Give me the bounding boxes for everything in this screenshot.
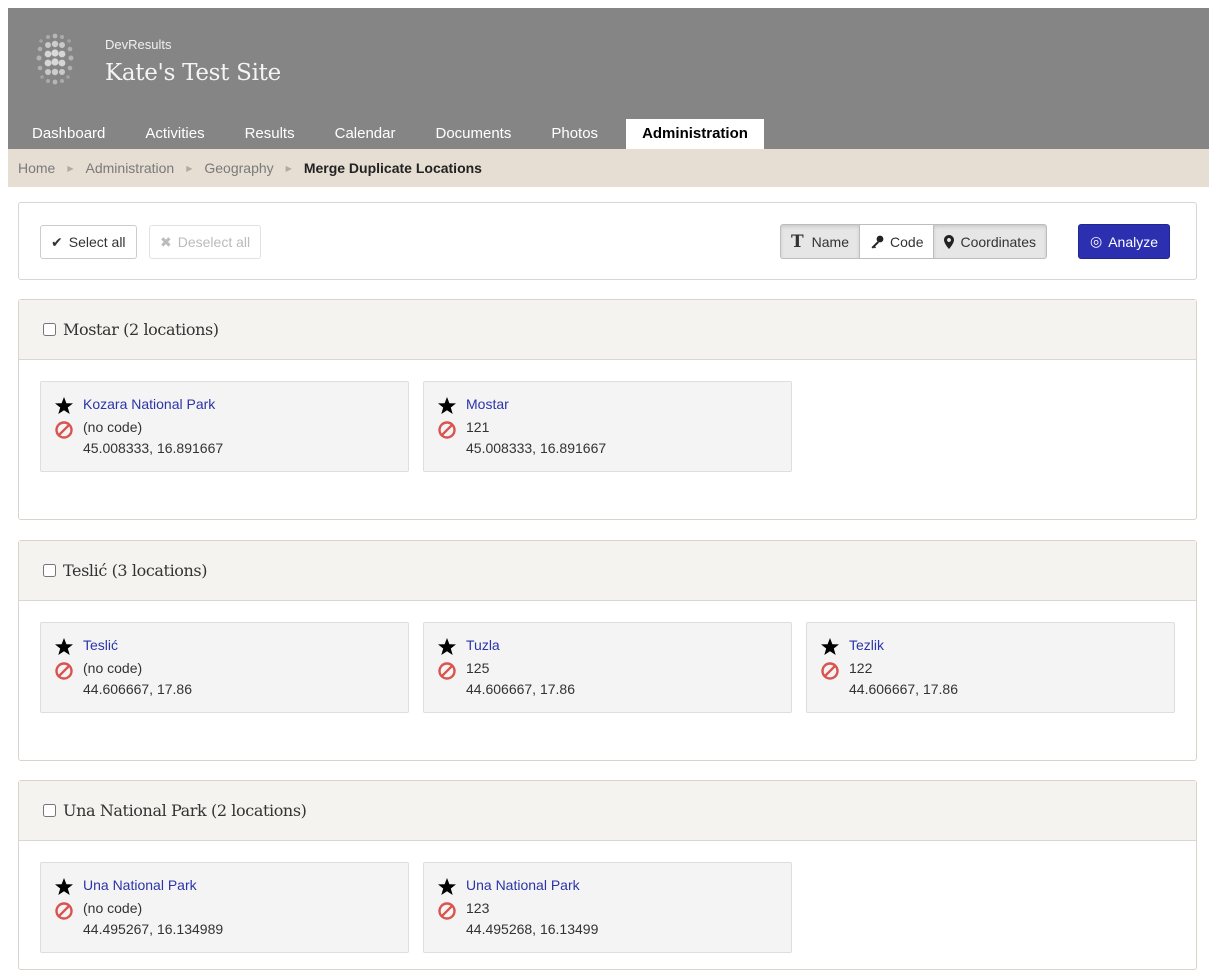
location-coordinates: 45.008333, 16.891667 — [466, 440, 607, 456]
location-name-link[interactable]: Una National Park — [83, 877, 197, 893]
location-card: Una National Park 123 44.495268, 16.1349… — [423, 862, 792, 953]
location-code: 125 — [466, 660, 490, 676]
match-name-label: Name — [811, 233, 850, 250]
text-icon: T — [791, 231, 804, 252]
target-icon: ◎ — [1090, 233, 1103, 249]
match-code-label: Code — [890, 233, 924, 250]
breadcrumb-separator-icon: ▶ — [67, 163, 74, 173]
prohibited-icon[interactable] — [437, 661, 457, 681]
location-coordinates: 44.495267, 16.134989 — [83, 921, 224, 937]
deselect-all-label: Deselect all — [177, 234, 251, 250]
site-title[interactable]: Kate's Test Site — [105, 60, 281, 86]
duplicate-group: Mostar (2 locations) Kozara National Par… — [18, 299, 1197, 520]
star-icon[interactable] — [54, 396, 74, 416]
key-icon — [871, 235, 884, 249]
location-card: Kozara National Park (no code) 45.008333… — [40, 381, 409, 472]
location-card: Una National Park (no code) 44.495267, 1… — [40, 862, 409, 953]
prohibited-icon[interactable] — [820, 661, 840, 681]
app-header: DevResults Kate's Test Site Dashboard Ac… — [8, 8, 1209, 149]
location-card: Tuzla 125 44.606667, 17.86 — [423, 622, 792, 713]
devresults-logo-icon — [36, 33, 74, 85]
prohibited-icon[interactable] — [54, 420, 74, 440]
location-coordinates: 44.606667, 17.86 — [849, 681, 958, 697]
brand-name: DevResults — [105, 37, 172, 52]
match-code-toggle[interactable]: Code — [859, 224, 935, 259]
match-criteria-toggle: T Name Code Coordinates — [780, 224, 1047, 259]
group-checkbox[interactable] — [43, 323, 56, 336]
nav-calendar[interactable]: Calendar — [315, 119, 416, 149]
select-all-button[interactable]: ✔ Select all — [40, 225, 137, 259]
location-code: (no code) — [83, 660, 143, 676]
breadcrumb-separator-icon: ▶ — [186, 163, 193, 173]
duplicate-group: Una National Park (2 locations) Una Nati… — [18, 780, 1197, 970]
prohibited-icon[interactable] — [437, 901, 457, 921]
location-card: Mostar 121 45.008333, 16.891667 — [423, 381, 792, 472]
merge-toolbar: ✔ Select all ✖ Deselect all T Name Code … — [18, 202, 1197, 280]
select-all-label: Select all — [68, 234, 126, 250]
group-checkbox[interactable] — [43, 564, 56, 577]
group-header: Una National Park (2 locations) — [19, 781, 1196, 841]
breadcrumb-home[interactable]: Home — [18, 160, 55, 176]
star-icon[interactable] — [54, 637, 74, 657]
group-title: Una National Park (2 locations) — [63, 801, 307, 820]
map-marker-icon — [944, 234, 955, 249]
prohibited-icon[interactable] — [54, 901, 74, 921]
nav-results[interactable]: Results — [225, 119, 315, 149]
duplicate-group: Teslić (3 locations) Teslić (no code) 44… — [18, 540, 1197, 761]
x-icon: ✖ — [160, 233, 172, 250]
breadcrumb-administration[interactable]: Administration — [86, 160, 175, 176]
analyze-button[interactable]: ◎ Analyze — [1078, 224, 1171, 259]
location-code: (no code) — [83, 419, 143, 435]
location-coordinates: 44.606667, 17.86 — [83, 681, 192, 697]
prohibited-icon[interactable] — [54, 661, 74, 681]
location-code: 123 — [466, 900, 490, 916]
breadcrumb-separator-icon: ▶ — [285, 163, 292, 173]
location-code: (no code) — [83, 900, 143, 916]
group-header: Teslić (3 locations) — [19, 541, 1196, 601]
breadcrumb-geography[interactable]: Geography — [204, 160, 273, 176]
group-header: Mostar (2 locations) — [19, 300, 1196, 360]
location-coordinates: 45.008333, 16.891667 — [83, 440, 224, 456]
checkmark-icon: ✔ — [51, 233, 63, 250]
star-icon[interactable] — [54, 877, 74, 897]
match-name-toggle[interactable]: T Name — [780, 224, 861, 259]
match-coordinates-toggle[interactable]: Coordinates — [933, 224, 1047, 259]
prohibited-icon[interactable] — [437, 420, 457, 440]
nav-administration[interactable]: Administration — [626, 119, 764, 149]
star-icon[interactable] — [437, 396, 457, 416]
nav-activities[interactable]: Activities — [125, 119, 224, 149]
deselect-all-button[interactable]: ✖ Deselect all — [149, 225, 262, 259]
breadcrumb-current: Merge Duplicate Locations — [303, 160, 482, 176]
star-icon[interactable] — [437, 637, 457, 657]
location-coordinates: 44.495268, 16.13499 — [466, 921, 599, 937]
star-icon[interactable] — [820, 637, 840, 657]
match-coordinates-label: Coordinates — [960, 233, 1036, 250]
group-title: Teslić (3 locations) — [63, 561, 208, 580]
group-checkbox[interactable] — [43, 804, 56, 817]
star-icon[interactable] — [437, 877, 457, 897]
analyze-label: Analyze — [1108, 233, 1159, 250]
location-coordinates: 44.606667, 17.86 — [466, 681, 575, 697]
location-name-link[interactable]: Teslić — [83, 637, 118, 653]
location-card: Tezlik 122 44.606667, 17.86 — [806, 622, 1175, 713]
location-card: Teslić (no code) 44.606667, 17.86 — [40, 622, 409, 713]
location-name-link[interactable]: Una National Park — [466, 877, 580, 893]
location-code: 122 — [849, 660, 873, 676]
location-code: 121 — [466, 419, 490, 435]
group-title: Mostar (2 locations) — [63, 320, 219, 339]
main-nav: Dashboard Activities Results Calendar Do… — [8, 119, 764, 149]
location-name-link[interactable]: Kozara National Park — [83, 396, 215, 412]
location-name-link[interactable]: Mostar — [466, 396, 509, 412]
location-name-link[interactable]: Tezlik — [849, 637, 884, 653]
nav-documents[interactable]: Documents — [415, 119, 531, 149]
location-name-link[interactable]: Tuzla — [466, 637, 500, 653]
nav-dashboard[interactable]: Dashboard — [8, 119, 125, 149]
nav-photos[interactable]: Photos — [531, 119, 618, 149]
breadcrumb: Home ▶ Administration ▶ Geography ▶ Merg… — [8, 149, 1209, 187]
